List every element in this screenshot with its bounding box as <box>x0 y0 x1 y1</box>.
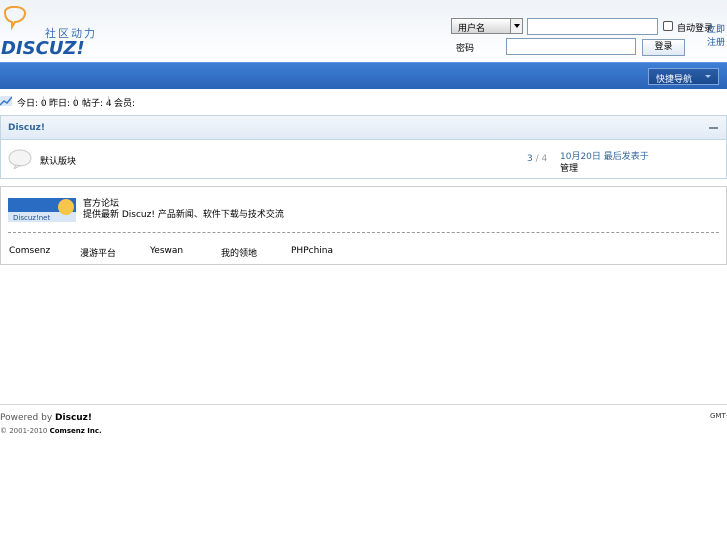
username-input[interactable] <box>527 18 658 35</box>
chart-icon <box>0 96 12 106</box>
login-button[interactable]: 登录 <box>642 39 685 56</box>
chevron-down-icon[interactable] <box>510 19 522 33</box>
powered-by: Powered by Discuz! <box>0 413 93 423</box>
quick-nav-menu[interactable]: 快捷导航 <box>648 68 719 85</box>
auto-login-checkbox[interactable] <box>663 21 673 31</box>
friend-link[interactable]: Comsenz <box>9 246 50 256</box>
password-input[interactable] <box>506 38 636 55</box>
copyright: © 2001-2010 Comsenz Inc. <box>0 427 102 435</box>
friend-link[interactable]: 漫游平台 <box>80 246 116 259</box>
chevron-down-icon <box>705 75 711 78</box>
discuz-net-logo[interactable]: Discuz!net <box>8 198 76 222</box>
collapse-icon[interactable] <box>709 127 718 129</box>
password-label: 密码 <box>456 44 475 54</box>
quick-nav-label: 快捷导航 <box>656 75 693 85</box>
site-header: 社区动力 DISCUZ! 用户名 自动登录 立即注册 密码 登录 <box>0 0 727 62</box>
comsenz-link[interactable]: Comsenz Inc. <box>50 427 102 435</box>
timezone-note: GMT+8 <box>710 412 727 420</box>
stat-members: 会员: <box>114 99 136 109</box>
stat-separator: | <box>74 96 78 106</box>
friend-link[interactable]: PHPchina <box>291 246 333 256</box>
logo-text: Discuz!net <box>13 214 50 222</box>
forum-name-link[interactable]: 默认版块 <box>40 154 76 167</box>
friend-link[interactable]: 我的领地 <box>221 246 257 259</box>
register-link[interactable]: 立即注册 <box>707 22 727 48</box>
forum-thread-count: 3 <box>527 154 533 164</box>
friend-links: Discuz!net 官方论坛 提供最新 Discuz! 产品新闻、软件下载与技… <box>0 186 727 265</box>
stat-separator: | <box>107 96 111 106</box>
discuz-link[interactable]: Discuz! <box>55 413 92 423</box>
stat-separator: | <box>42 96 46 106</box>
login-type-select[interactable]: 用户名 <box>451 18 523 34</box>
forum-group: Discuz! 默认版块 3 / 4 10月20日 最后发表于 管理 <box>0 115 727 179</box>
divider <box>8 232 719 233</box>
forum-counts: 3 / 4 <box>527 154 547 164</box>
main-nav-bar: 快捷导航 <box>0 62 727 89</box>
login-type-value: 用户名 <box>458 24 486 34</box>
count-separator: / <box>535 154 539 164</box>
forum-group-title[interactable]: Discuz! <box>8 123 45 133</box>
forum-post-count: 4 <box>541 154 548 164</box>
friend-link[interactable]: Yeswan <box>150 246 183 256</box>
forum-status-icon <box>8 149 32 169</box>
logo-wordmark[interactable]: DISCUZ! <box>1 38 85 59</box>
forum-group-header: Discuz! <box>1 116 726 140</box>
last-post-user[interactable]: 管理 <box>560 161 578 174</box>
featured-link-desc: 提供最新 Discuz! 产品新闻、软件下载与技术交流 <box>83 210 284 220</box>
footer-divider <box>0 404 727 405</box>
